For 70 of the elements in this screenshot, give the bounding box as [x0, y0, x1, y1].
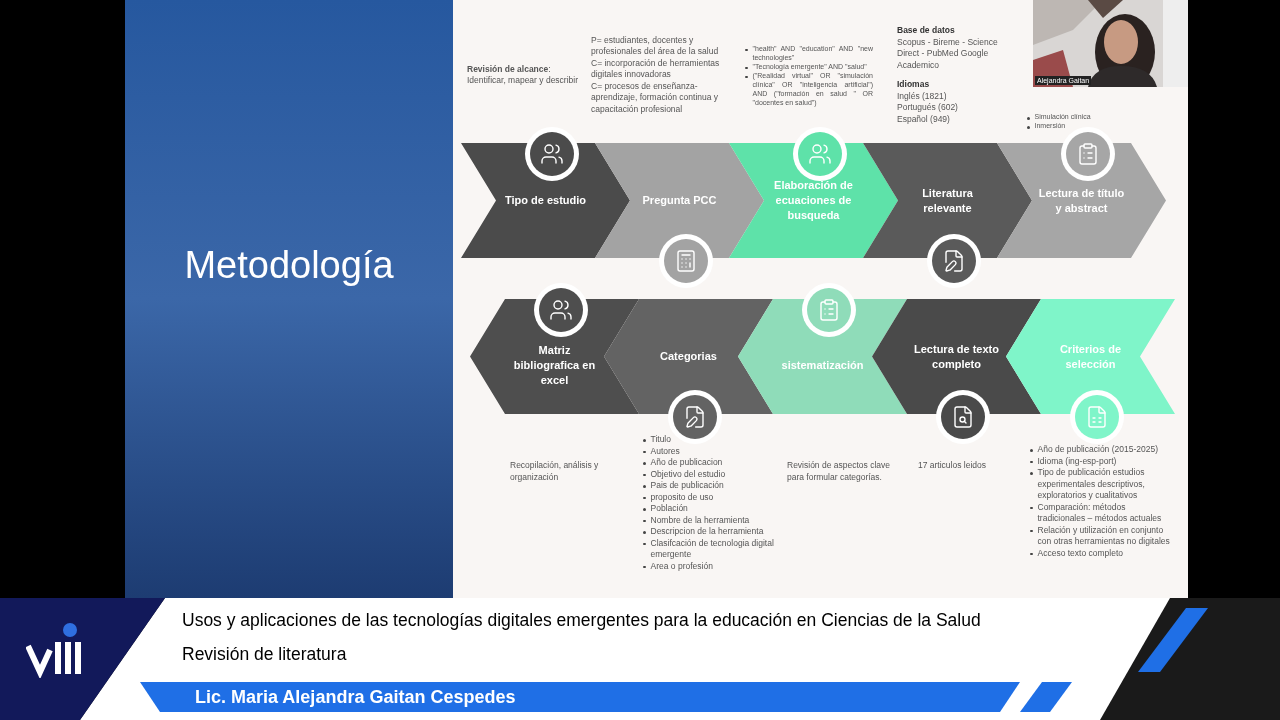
banner-title: Usos y aplicaciones de las tecnologías digitales emergentes para la educación en Ciencias de la Salud: [182, 609, 982, 632]
step-label: Pregunta PCC: [642, 193, 717, 208]
bullet-icon: [643, 496, 646, 499]
note-line: C= procesos de enseñanza-aprendizaje, formación continua y capacitación profesional: [591, 80, 720, 116]
bullet-icon: [643, 462, 646, 465]
bullet-text: Relación y utilización en conjunto con otras herramientas no digitales: [1037, 524, 1171, 548]
bullet-text: Acceso texto completo: [1037, 547, 1123, 559]
section-line: Scopus - Bireme - Science Direct - PubMed Google Academico: [897, 36, 999, 71]
step-label: sistematización: [781, 358, 864, 373]
note-text: Recopilación, análisis y organización: [510, 460, 600, 483]
step-label: Literatura relevante: [921, 185, 974, 216]
bullet-icon: [643, 508, 646, 511]
step-label: Categorias: [660, 349, 717, 364]
bullet-text: Nombre de la herramienta: [650, 514, 750, 526]
bullet-icon: [643, 531, 646, 534]
section-line: Español (949): [897, 113, 951, 125]
bullet-text: Año de publicación (2015-2025): [1037, 444, 1158, 456]
bullet-text: Area o profesión: [650, 560, 713, 572]
bullet-text: Objetivo del estudio: [650, 468, 726, 480]
banner-subtitle: Revisión de literatura: [182, 643, 348, 666]
bullet-icon: [643, 519, 646, 522]
bullet-icon: [643, 542, 646, 545]
bullet-text: Tipo de publicación estudios experimentales descriptivos, exploratorios y cualitativos: [1037, 467, 1146, 502]
bullet-text: Año de publicacion: [650, 457, 723, 469]
note-text: Revisión de alcance: Identificar, mapear y describir: [467, 63, 580, 87]
bullet-text: Población: [650, 503, 688, 515]
bullet-text: proposito de uso: [650, 491, 714, 503]
logo-drawing: [26, 622, 84, 678]
bullet-icon: [643, 565, 646, 568]
bullet-icon: [745, 75, 748, 78]
bullet-icon: [745, 66, 748, 69]
bullet-icon: [1030, 552, 1033, 555]
bullet-text: Titulo: [650, 434, 671, 446]
bullet-icon: [1030, 529, 1033, 532]
users-icon: [539, 142, 564, 166]
bullet-icon: [1030, 449, 1033, 452]
bullet-text: Idioma (ing-esp-port): [1037, 455, 1117, 467]
bullet-icon: [643, 450, 646, 453]
step-label: Lectura de título y abstract: [1037, 185, 1126, 216]
bullet-icon: [643, 485, 646, 488]
bullet-icon: [1030, 506, 1033, 509]
bullet-icon: [1030, 472, 1033, 475]
section-line: Portugués (602): [897, 102, 959, 114]
bullet-icon: [643, 439, 646, 442]
bullet-text: Comparación: métodos tradicionales – métodos actuales: [1037, 501, 1163, 525]
note-line: C= incorporación de herramientas digitales innovadoras: [591, 57, 721, 81]
bullet-icon: [1027, 126, 1030, 129]
users-icon: [548, 298, 573, 322]
users-icon: [807, 142, 832, 166]
note-text: Revisión de aspectos clave para formular categorías.: [787, 460, 891, 483]
section-heading: Base de datos: [897, 25, 956, 37]
bullet-icon: [643, 473, 646, 476]
section-line: Inglés (1821): [897, 90, 948, 102]
bullet-icon: [1027, 117, 1030, 120]
bullet-text: Pais de publicación: [650, 480, 724, 492]
slide-title: Metodología: [184, 243, 394, 288]
bullet-text: Descripcion de la herramienta: [650, 526, 764, 538]
note-line: P= estudiantes, docentes y profesionales del área de la salud: [591, 34, 720, 58]
section-heading: Idiomas: [897, 79, 931, 91]
step-label: Matriz bibliografica en excel: [512, 343, 597, 388]
bullet-text: Clasifcación de tecnologia digital emergente: [650, 537, 775, 561]
step-label: Elaboración de ecuaciones de busqueda: [773, 178, 854, 223]
presenter-name: Lic. Maria Alejandra Gaitan Cespedes: [195, 685, 516, 709]
bullet-icon: [1030, 460, 1033, 463]
step-label: Lectura de texto completo: [913, 341, 1000, 372]
step-label: Criterios de selección: [1058, 341, 1123, 372]
bullet-text: Autores: [650, 445, 680, 457]
note-text: 17 articulos leidos: [918, 460, 988, 472]
bullet-icon: [745, 48, 748, 51]
step-label: Tipo de estudio: [504, 193, 587, 208]
